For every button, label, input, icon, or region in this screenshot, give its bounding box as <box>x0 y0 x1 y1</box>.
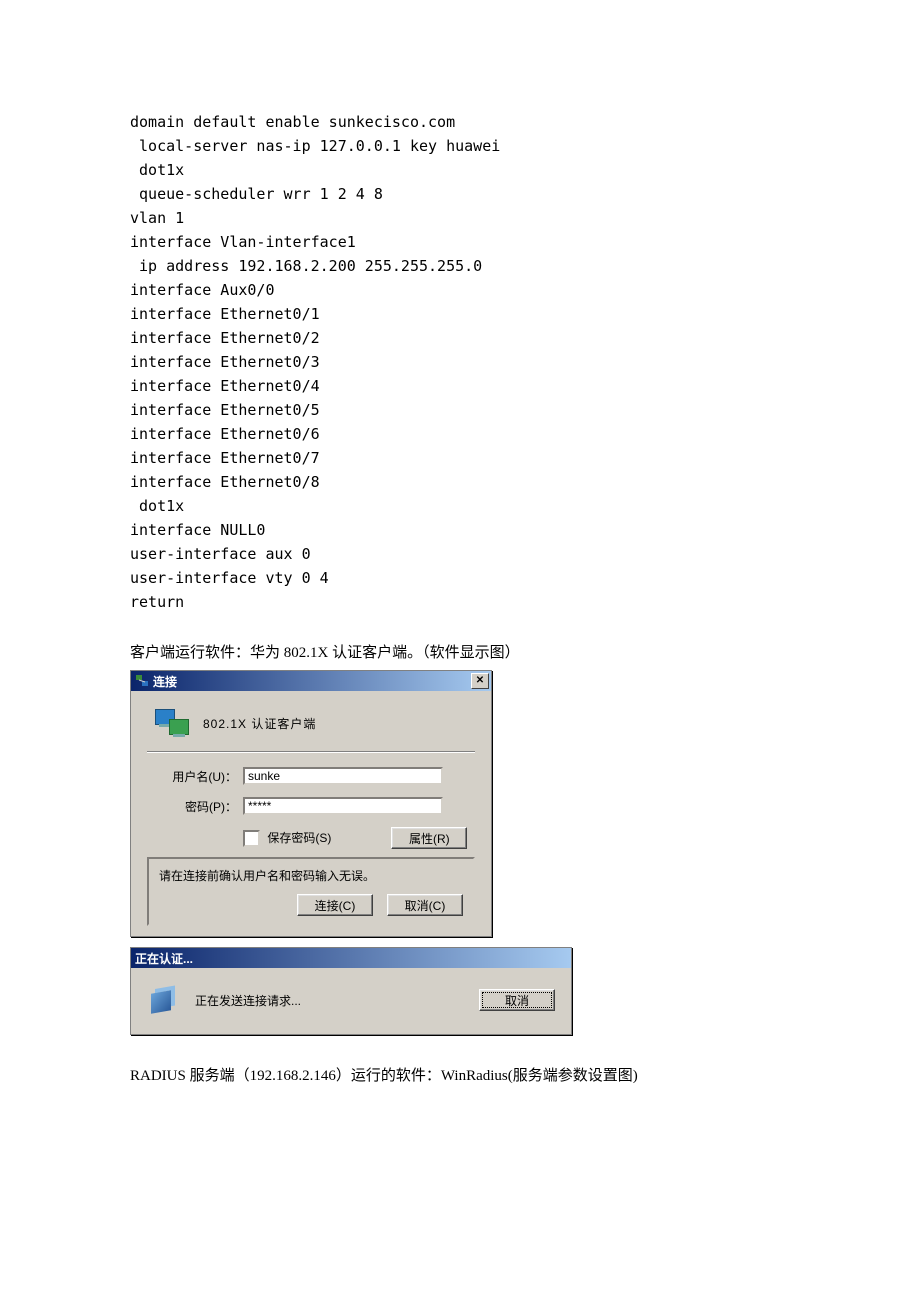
code-line: dot1x <box>130 161 184 179</box>
save-password-label: 保存密码(S) <box>267 831 331 845</box>
code-line: user-interface vty 0 4 <box>130 569 329 587</box>
connect-title: 连接 <box>153 673 177 690</box>
banner-text: 802.1X 认证客户端 <box>203 715 316 732</box>
auth-titlebar[interactable]: 正在认证... <box>131 948 571 968</box>
authenticating-dialog: 正在认证... 正在发送连接请求... 取消 <box>130 947 572 1035</box>
code-line: dot1x <box>130 497 184 515</box>
package-icon <box>147 984 179 1016</box>
connect-button[interactable]: 连接(C) <box>297 894 373 916</box>
code-line: interface Ethernet0/7 <box>130 449 320 467</box>
cancel-button[interactable]: 取消(C) <box>387 894 463 916</box>
code-line: interface Ethernet0/5 <box>130 401 320 419</box>
code-line: interface Ethernet0/1 <box>130 305 320 323</box>
code-line: local-server nas-ip 127.0.0.1 key huawei <box>130 137 500 155</box>
code-line: interface Ethernet0/2 <box>130 329 320 347</box>
properties-button[interactable]: 属性(R) <box>391 827 467 849</box>
close-icon: ✕ <box>476 676 484 686</box>
code-line: interface Ethernet0/6 <box>130 425 320 443</box>
auth-title: 正在认证... <box>135 950 193 967</box>
divider <box>147 751 475 753</box>
code-line: interface NULL0 <box>130 521 265 539</box>
username-label: 用户名(U)： <box>147 768 243 785</box>
radius-caption: RADIUS 服务端（192.168.2.146）运行的软件：WinRadius… <box>130 1065 790 1087</box>
connect-titlebar[interactable]: 连接 ✕ <box>131 671 491 691</box>
username-input[interactable] <box>243 767 443 785</box>
code-line: interface Vlan-interface1 <box>130 233 356 251</box>
code-line: vlan 1 <box>130 209 184 227</box>
password-label: 密码(P)： <box>147 798 243 815</box>
status-text: 请在连接前确认用户名和密码输入无误。 <box>159 867 463 884</box>
code-line: domain default enable sunkecisco.com <box>130 113 455 131</box>
auth-cancel-button[interactable]: 取消 <box>479 989 555 1011</box>
config-code-block: domain default enable sunkecisco.com loc… <box>130 110 790 614</box>
code-line: interface Ethernet0/8 <box>130 473 320 491</box>
code-line: interface Aux0/0 <box>130 281 275 299</box>
connect-dialog: 连接 ✕ 802.1X 认证客户端 用户名(U)： 密码(P)： <box>130 670 492 937</box>
code-line: queue-scheduler wrr 1 2 4 8 <box>130 185 383 203</box>
code-line: interface Ethernet0/4 <box>130 377 320 395</box>
code-line: return <box>130 593 184 611</box>
save-password-checkbox[interactable] <box>243 830 260 847</box>
close-button[interactable]: ✕ <box>471 673 489 689</box>
code-line: ip address 192.168.2.200 255.255.255.0 <box>130 257 482 275</box>
code-line: interface Ethernet0/3 <box>130 353 320 371</box>
status-panel: 请在连接前确认用户名和密码输入无误。 连接(C) 取消(C) <box>147 857 475 926</box>
client-caption: 客户端运行软件：华为 802.1X 认证客户端。（软件显示图） <box>130 642 790 664</box>
password-input[interactable] <box>243 797 443 815</box>
code-line: user-interface aux 0 <box>130 545 311 563</box>
monitors-icon <box>155 709 189 737</box>
network-icon <box>135 674 149 688</box>
auth-status-text: 正在发送连接请求... <box>195 992 463 1009</box>
